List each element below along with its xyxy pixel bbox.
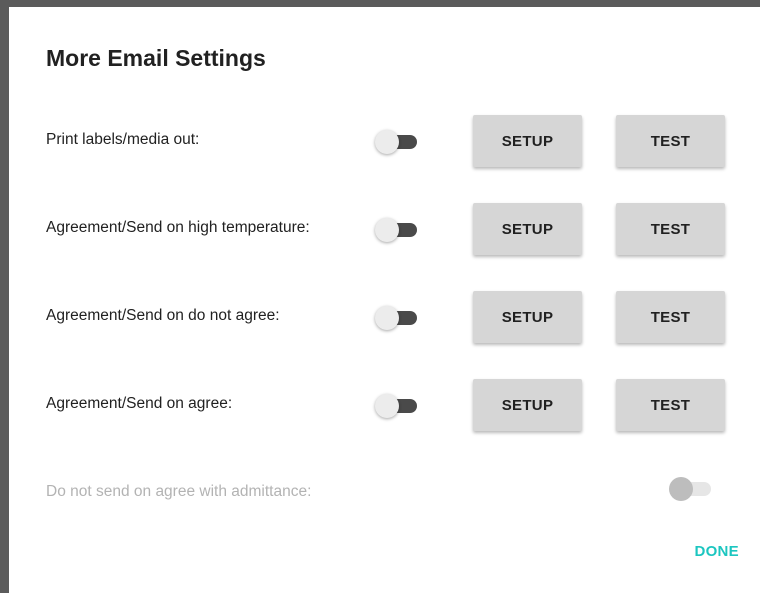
agree-toggle[interactable] <box>375 394 419 418</box>
print-labels-toggle[interactable] <box>375 130 419 154</box>
setup-button[interactable]: SETUP <box>473 203 582 255</box>
row-label-disabled: Do not send on agree with admittance: <box>46 483 312 500</box>
settings-row-agree: Agreement/Send on agree: SETUP TEST <box>9 379 760 433</box>
test-button[interactable]: TEST <box>616 115 725 167</box>
settings-row-print-labels: Print labels/media out: SETUP TEST <box>9 115 760 169</box>
high-temperature-toggle[interactable] <box>375 218 419 242</box>
test-button[interactable]: TEST <box>616 379 725 431</box>
toggle-thumb <box>375 130 399 154</box>
test-button[interactable]: TEST <box>616 203 725 255</box>
admittance-toggle[interactable] <box>669 477 713 501</box>
done-button[interactable]: DONE <box>669 537 739 565</box>
dialog-title: More Email Settings <box>46 45 266 71</box>
toggle-thumb <box>375 306 399 330</box>
test-button[interactable]: TEST <box>616 291 725 343</box>
row-label: Agreement/Send on high temperature: <box>46 219 310 236</box>
settings-row-do-not-agree: Agreement/Send on do not agree: SETUP TE… <box>9 291 760 345</box>
toggle-thumb <box>375 218 399 242</box>
toggle-thumb <box>375 394 399 418</box>
row-label: Agreement/Send on agree: <box>46 395 233 412</box>
row-label: Agreement/Send on do not agree: <box>46 307 280 324</box>
toggle-thumb <box>669 477 693 501</box>
setup-button[interactable]: SETUP <box>473 115 582 167</box>
do-not-agree-toggle[interactable] <box>375 306 419 330</box>
background-window-edge-left <box>0 0 9 593</box>
settings-row-admittance: Do not send on agree with admittance: <box>9 477 760 507</box>
setup-button[interactable]: SETUP <box>473 379 582 431</box>
row-label: Print labels/media out: <box>46 131 200 148</box>
more-email-settings-dialog: More Email Settings Print labels/media o… <box>9 7 760 593</box>
background-window-edge-top <box>0 0 760 7</box>
settings-row-high-temperature: Agreement/Send on high temperature: SETU… <box>9 203 760 257</box>
setup-button[interactable]: SETUP <box>473 291 582 343</box>
